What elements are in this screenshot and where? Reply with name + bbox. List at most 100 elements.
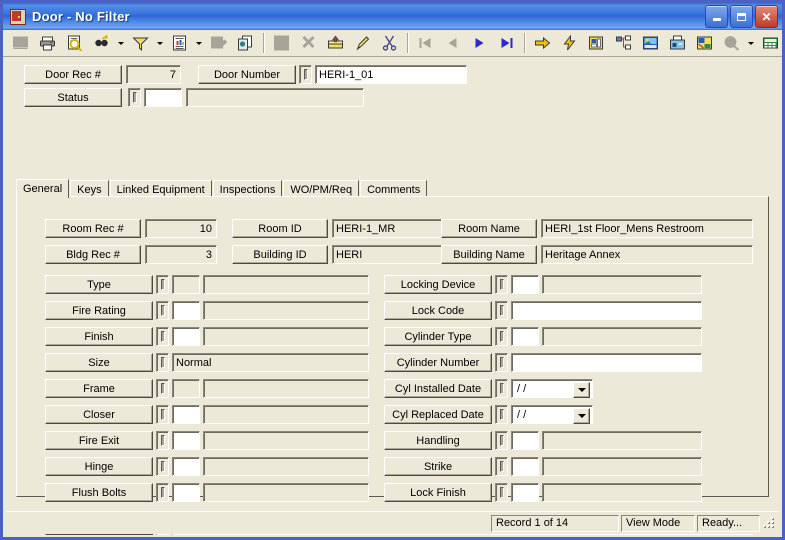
chevron-down-icon[interactable] — [573, 382, 590, 398]
toolbar-quick-action-icon[interactable] — [556, 31, 582, 56]
field-closer-lookup-button[interactable] — [156, 405, 169, 424]
chevron-down-icon[interactable] — [115, 32, 126, 55]
resize-grip-icon[interactable] — [762, 516, 776, 530]
field-flush-bolts-lookup-button[interactable] — [156, 483, 169, 502]
door-icon — [10, 8, 26, 25]
maximize-button[interactable] — [730, 5, 753, 28]
toolbar-print-icon[interactable] — [34, 31, 60, 56]
field-lock-code-label[interactable]: Lock Code — [384, 301, 492, 320]
field-size-label[interactable]: Size — [45, 353, 153, 372]
title-bar[interactable]: Door - No Filter ✕ — [3, 0, 782, 30]
tab-label: Linked Equipment — [116, 183, 205, 196]
toolbar-goto-icon[interactable] — [529, 31, 555, 56]
status-label[interactable]: Status — [24, 88, 122, 107]
building-id-label[interactable]: Building ID — [232, 245, 328, 264]
field-hinge-label[interactable]: Hinge — [45, 457, 153, 476]
toolbar-filter-icon[interactable] — [127, 31, 153, 56]
field-cylinder-number-input[interactable] — [511, 353, 702, 372]
field-lock-code-lookup-button[interactable] — [495, 301, 508, 320]
door-number-lookup-button[interactable] — [299, 65, 312, 84]
field-frame-lookup-button[interactable] — [156, 379, 169, 398]
toolbar-delete-icon — [295, 31, 321, 56]
field-fire-exit-lookup-button[interactable] — [156, 431, 169, 450]
field-cyl-installed-date-lookup-button[interactable] — [495, 379, 508, 398]
toolbar-report-icon[interactable] — [166, 31, 192, 56]
room-name-label[interactable]: Room Name — [441, 219, 537, 238]
toolbar-separator — [263, 33, 264, 53]
toolbar-save-icon — [268, 31, 294, 56]
status-lookup-button[interactable] — [128, 88, 141, 107]
field-lock-finish-code-input[interactable] — [511, 483, 539, 502]
toolbar-map-icon[interactable] — [691, 31, 717, 56]
field-closer-label[interactable]: Closer — [45, 405, 153, 424]
field-strike-label[interactable]: Strike — [384, 457, 492, 476]
field-locking-device-label[interactable]: Locking Device — [384, 275, 492, 294]
field-lock-finish-lookup-button[interactable] — [495, 483, 508, 502]
field-fire-rating-lookup-button[interactable] — [156, 301, 169, 320]
field-cylinder-number-label[interactable]: Cylinder Number — [384, 353, 492, 372]
field-cylinder-type-lookup-button[interactable] — [495, 327, 508, 346]
toolbar-print-preview-icon[interactable] — [61, 31, 87, 56]
minimize-button[interactable] — [705, 5, 728, 28]
field-finish-code-input[interactable] — [172, 327, 200, 346]
door-rec-label[interactable]: Door Rec # — [24, 65, 122, 84]
field-handling-lookup-button[interactable] — [495, 431, 508, 450]
toolbar-fax-icon[interactable] — [664, 31, 690, 56]
field-cyl-installed-date-date-picker[interactable]: / / — [511, 379, 593, 398]
toolbar-copy-record-icon[interactable] — [232, 31, 258, 56]
field-handling-code-input[interactable] — [511, 431, 539, 450]
toolbar-edit-icon[interactable] — [349, 31, 375, 56]
field-locking-device-lookup-button[interactable] — [495, 275, 508, 294]
field-flush-bolts-description — [203, 483, 369, 502]
status-code-input[interactable] — [144, 88, 182, 107]
field-fire-exit-label[interactable]: Fire Exit — [45, 431, 153, 450]
chevron-down-icon[interactable] — [193, 32, 204, 55]
field-lock-code-input[interactable] — [511, 301, 702, 320]
room-id-label[interactable]: Room ID — [232, 219, 328, 238]
field-flush-bolts-code-input[interactable] — [172, 483, 200, 502]
toolbar-layout-icon[interactable] — [583, 31, 609, 56]
field-type-label[interactable]: Type — [45, 275, 153, 294]
field-cyl-installed-date-label[interactable]: Cyl Installed Date — [384, 379, 492, 398]
field-cyl-replaced-date-date-picker[interactable]: / / — [511, 405, 593, 424]
field-fire-rating-label[interactable]: Fire Rating — [45, 301, 153, 320]
close-button[interactable]: ✕ — [755, 5, 778, 28]
toolbar-last-record-icon[interactable] — [493, 31, 519, 56]
field-lock-finish-label[interactable]: Lock Finish — [384, 483, 492, 502]
field-cyl-replaced-date-lookup-button[interactable] — [495, 405, 508, 424]
toolbar-next-record-icon[interactable] — [466, 31, 492, 56]
field-finish-lookup-button[interactable] — [156, 327, 169, 346]
tab-general[interactable]: General — [16, 179, 70, 198]
building-name-label[interactable]: Building Name — [441, 245, 537, 264]
field-closer-code-input[interactable] — [172, 405, 200, 424]
toolbar-image-icon[interactable] — [637, 31, 663, 56]
field-fire-exit-code-input[interactable] — [172, 431, 200, 450]
room-rec-label[interactable]: Room Rec # — [45, 219, 141, 238]
field-flush-bolts-label[interactable]: Flush Bolts — [45, 483, 153, 502]
field-frame-label[interactable]: Frame — [45, 379, 153, 398]
toolbar-calculator-icon[interactable] — [757, 31, 783, 56]
field-hinge-code-input[interactable] — [172, 457, 200, 476]
field-type-lookup-button[interactable] — [156, 275, 169, 294]
toolbar-hierarchy-icon[interactable] — [610, 31, 636, 56]
field-cylinder-type-label[interactable]: Cylinder Type — [384, 327, 492, 346]
chevron-down-icon[interactable] — [573, 408, 590, 424]
field-cyl-replaced-date-label[interactable]: Cyl Replaced Date — [384, 405, 492, 424]
field-size-lookup-button[interactable] — [156, 353, 169, 372]
toolbar-cut-icon[interactable] — [376, 31, 402, 56]
chevron-down-icon[interactable] — [154, 32, 165, 55]
field-hinge-lookup-button[interactable] — [156, 457, 169, 476]
toolbar-find-icon[interactable] — [88, 31, 114, 56]
field-handling-label[interactable]: Handling — [384, 431, 492, 450]
door-number-label[interactable]: Door Number — [198, 65, 296, 84]
bldg-rec-label[interactable]: Bldg Rec # — [45, 245, 141, 264]
field-fire-rating-code-input[interactable] — [172, 301, 200, 320]
field-locking-device-code-input[interactable] — [511, 275, 539, 294]
field-strike-code-input[interactable] — [511, 457, 539, 476]
field-strike-lookup-button[interactable] — [495, 457, 508, 476]
door-number-input[interactable]: HERI-1_01 — [315, 65, 467, 84]
toolbar-new-record-icon[interactable] — [322, 31, 348, 56]
field-finish-label[interactable]: Finish — [45, 327, 153, 346]
field-cylinder-type-code-input[interactable] — [511, 327, 539, 346]
field-cylinder-number-lookup-button[interactable] — [495, 353, 508, 372]
